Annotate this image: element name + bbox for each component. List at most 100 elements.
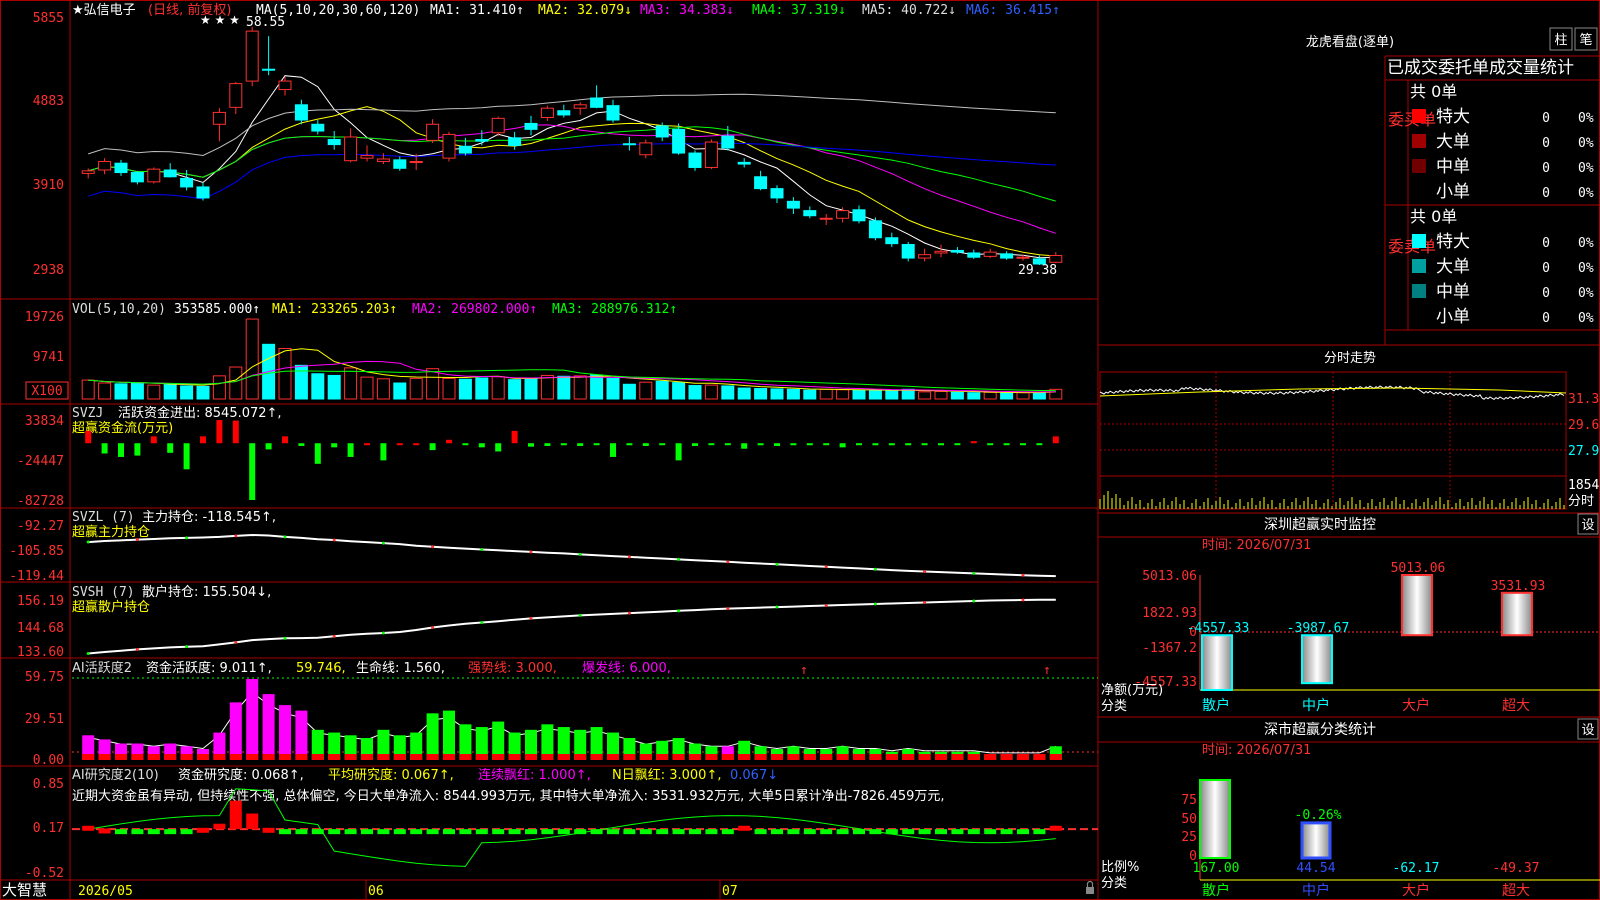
activity-base [607, 754, 619, 760]
research-bar [328, 829, 341, 835]
flow-bar [232, 420, 239, 444]
legend-swatch [1412, 109, 1426, 123]
research-bar [951, 829, 964, 835]
flow-bar [1036, 443, 1043, 446]
legend-swatch [1412, 234, 1426, 248]
svzl-plot[interactable] [86, 533, 1056, 578]
flow-bar [905, 443, 912, 446]
ratio-bar-top: -0.26% [1295, 808, 1342, 823]
order-size-label: 中单 [1436, 282, 1470, 302]
net-bar [1501, 591, 1533, 637]
lock-icon[interactable] [1086, 880, 1094, 895]
flow-bar [544, 443, 551, 446]
series-dot [529, 550, 533, 554]
volume-bar [786, 388, 800, 400]
svzl-line1: 主力持仓: -118.545↑, [142, 510, 276, 525]
activity-base [197, 754, 209, 760]
intraday-panel: 分时走势 31.39 29.67 27.95 18548 分时 [1099, 350, 1600, 510]
activity-base [967, 754, 980, 760]
sz-monitor-axis-tick: 5013.06 [1142, 569, 1197, 584]
research-bar [935, 829, 947, 835]
series-dot [480, 620, 484, 624]
vol-axis-tick: 19726 [25, 310, 64, 325]
volume-bar [540, 374, 554, 400]
svsh-line2: 超赢散户持仓 [72, 599, 150, 615]
svsh-axis-tick: 156.19 [17, 594, 64, 609]
sz-class-title: 深市超赢分类统计 [1264, 721, 1376, 738]
legend-swatch [1412, 309, 1426, 323]
series-dot [431, 545, 435, 549]
activity-base [213, 754, 226, 760]
svzl-title: SVZL (7) [72, 510, 135, 525]
research-bar [623, 829, 636, 835]
flow-bar [806, 443, 813, 446]
activity-base [279, 754, 291, 760]
volume-bar [196, 385, 210, 400]
flow-bar [150, 436, 157, 444]
candle-body [180, 177, 194, 188]
volume-bar [885, 390, 899, 400]
svzl-line2: 超赢主力持仓 [72, 524, 150, 540]
sz-class-ylabel: 比例% [1101, 860, 1139, 875]
flow-bar [987, 443, 994, 446]
ai-activity-plot[interactable]: ↑ ↑ [72, 663, 1098, 760]
candle-body [196, 186, 210, 199]
candle-body [458, 145, 472, 154]
legend-swatch [1412, 134, 1426, 148]
volume-plot[interactable] [81, 318, 1063, 400]
flow-bar [560, 443, 567, 446]
activity-base [590, 754, 603, 760]
activity-base [902, 754, 915, 760]
research-bar [164, 829, 177, 835]
svsh-axis-tick: 144.68 [17, 621, 64, 636]
candle-body [950, 249, 964, 253]
research-bar [574, 829, 587, 835]
series-dot [185, 645, 189, 649]
activity-base [131, 754, 144, 760]
activity-base [361, 754, 373, 760]
candle-body [442, 133, 456, 159]
sz-monitor-plot[interactable]: -4557.33 散户 -3987.67 中户 5013.06 大户 3531.93 超大 [1187, 561, 1546, 714]
svsh-plot[interactable] [86, 598, 1056, 655]
arrow-mark: ↑ [800, 663, 808, 678]
candle-body [639, 142, 653, 156]
flow-bar [708, 443, 715, 446]
order-size-label: 特大 [1436, 232, 1470, 252]
research-bar [803, 829, 816, 835]
series-dot [873, 602, 877, 606]
flow-bar [134, 443, 141, 456]
candle-body [836, 210, 850, 219]
sz-class-time: 时间: 2026/07/31 [1202, 743, 1311, 758]
candle-body [803, 210, 817, 217]
svzj-plot[interactable] [85, 420, 1059, 500]
series-dot [726, 607, 730, 611]
activity-base [541, 754, 554, 760]
research-bar [590, 829, 603, 835]
ma5-value: MA5: 40.722↓ [862, 3, 956, 18]
activity-bar [295, 710, 308, 760]
research-bar [295, 829, 308, 835]
sz-monitor-ylabel: 净额(万元) [1101, 683, 1163, 698]
flow-bar [347, 443, 354, 457]
flow-bar [642, 443, 649, 446]
order-size-label: 中单 [1436, 157, 1470, 177]
series-dot [480, 547, 484, 551]
candle-body [376, 158, 390, 163]
ratio-bar-value: -62.17 [1393, 861, 1440, 876]
sz-class-plot[interactable]: -0.26% 167.00 散户 44.54 中户 -62.17 大户 -49.37 超大 [1193, 779, 1540, 899]
series-dot [283, 535, 287, 539]
activity-base [262, 754, 275, 760]
volume-bar [836, 389, 850, 400]
flow-bar [593, 443, 600, 446]
volume-bar [114, 383, 128, 400]
research-bar [672, 829, 685, 835]
ai2-v1: 资金研究度: 0.068↑, [178, 767, 304, 783]
flow-bar [1020, 443, 1026, 446]
price-axis-tick: 2938 [33, 263, 64, 278]
candle-body [704, 141, 718, 168]
flow-bar [970, 441, 977, 444]
volume-bar [672, 382, 686, 400]
price-plot[interactable] [81, 26, 1063, 265]
time-axis-tick: 2026/05 [78, 884, 133, 899]
stock-name[interactable]: ★弘信电子 [72, 3, 136, 18]
